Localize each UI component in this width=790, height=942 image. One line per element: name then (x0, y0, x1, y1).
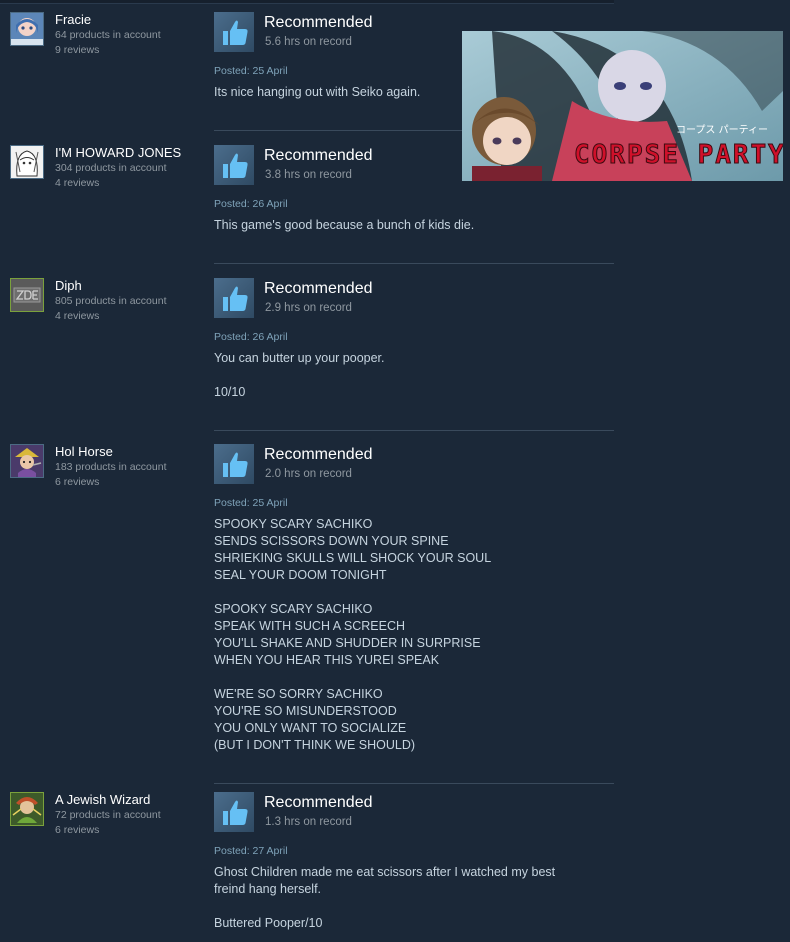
thumbs-up-icon (214, 792, 254, 832)
verdict-title: Recommended (264, 794, 373, 811)
review-line: YOU ONLY WANT TO SOCIALIZE (214, 721, 407, 735)
review-divider (214, 783, 614, 784)
avatar[interactable] (10, 12, 44, 46)
hours-on-record: 3.8 hrs on record (265, 169, 352, 181)
author-name[interactable]: Diph (55, 278, 205, 294)
author-products[interactable]: 64 products in account (55, 28, 205, 43)
review-divider (214, 430, 614, 431)
review-line: Buttered Pooper/10 (214, 916, 323, 930)
review-line: SPOOKY SCARY SACHIKO (214, 517, 373, 531)
author-name[interactable]: Hol Horse (55, 444, 205, 460)
review-line (214, 669, 614, 686)
review-line: SHRIEKING SKULLS WILL SHOCK YOUR SOUL (214, 551, 492, 565)
posted-date: Posted: 27 April (214, 845, 288, 857)
author-info: I'M HOWARD JONES 304 products in account… (55, 145, 205, 191)
review-divider (214, 263, 614, 264)
hours-on-record: 5.6 hrs on record (265, 36, 352, 48)
posted-date: Posted: 25 April (214, 65, 288, 77)
hours-on-record: 1.3 hrs on record (265, 816, 352, 828)
review-line: WE'RE SO SORRY SACHIKO (214, 687, 383, 701)
author-reviews[interactable]: 9 reviews (55, 43, 205, 58)
review-line: Ghost Children made me eat scissors afte… (214, 865, 556, 879)
author-info: Hol Horse 183 products in account 6 revi… (55, 444, 205, 490)
verdict-title: Recommended (264, 14, 373, 31)
author-products[interactable]: 805 products in account (55, 294, 205, 309)
review-line: You can butter up your pooper. (214, 351, 385, 365)
avatar[interactable] (10, 145, 44, 179)
review-line: freind hang herself. (214, 882, 322, 896)
review-line (214, 367, 614, 384)
review-verdict[interactable]: Recommended 2.9 hrs on record (214, 278, 614, 318)
banner-title: CORPSE PARTY (574, 140, 783, 170)
hours-on-record: 2.0 hrs on record (265, 468, 352, 480)
author-reviews[interactable]: 6 reviews (55, 475, 205, 490)
review-verdict[interactable]: Recommended 2.0 hrs on record (214, 444, 614, 484)
verdict-title: Recommended (264, 147, 373, 164)
review-text[interactable]: Ghost Children made me eat scissors afte… (214, 864, 614, 932)
author-reviews[interactable]: 4 reviews (55, 309, 205, 324)
review-text[interactable]: SPOOKY SCARY SACHIKO SENDS SCISSORS DOWN… (214, 516, 614, 754)
thumbs-up-icon (214, 444, 254, 484)
game-banner-image: コープス パーティー CORPSE PARTY (462, 31, 783, 181)
verdict-title: Recommended (264, 446, 373, 463)
author-products[interactable]: 304 products in account (55, 161, 205, 176)
author-name[interactable]: Fracie (55, 12, 205, 28)
author-products[interactable]: 72 products in account (55, 808, 205, 823)
review-line: YOU'LL SHAKE AND SHUDDER IN SURPRISE (214, 636, 481, 650)
banner-subtitle: コープス パーティー (676, 124, 768, 136)
review-line: YOU'RE SO MISUNDERSTOOD (214, 704, 397, 718)
top-strip (0, 0, 614, 4)
author-info: Diph 805 products in account 4 reviews (55, 278, 205, 324)
author-products[interactable]: 183 products in account (55, 460, 205, 475)
avatar[interactable] (10, 444, 44, 478)
verdict-title: Recommended (264, 280, 373, 297)
review-line: (BUT I DON'T THINK WE SHOULD) (214, 738, 416, 752)
review-line: This game's good because a bunch of kids… (214, 218, 475, 232)
hours-on-record: 2.9 hrs on record (265, 302, 352, 314)
review-line: SPOOKY SCARY SACHIKO (214, 602, 373, 616)
review-verdict[interactable]: Recommended 1.3 hrs on record (214, 792, 614, 832)
review-line (214, 898, 614, 915)
thumbs-up-icon (214, 278, 254, 318)
review-line (214, 584, 614, 601)
posted-date: Posted: 26 April (214, 331, 288, 343)
avatar[interactable] (10, 792, 44, 826)
posted-date: Posted: 25 April (214, 497, 288, 509)
author-reviews[interactable]: 6 reviews (55, 823, 205, 838)
author-reviews[interactable]: 4 reviews (55, 176, 205, 191)
review-line: WHEN YOU HEAR THIS YUREI SPEAK (214, 653, 440, 667)
thumbs-up-icon (214, 145, 254, 185)
thumbs-up-icon (214, 12, 254, 52)
author-info: A Jewish Wizard 72 products in account 6… (55, 792, 205, 838)
author-name[interactable]: A Jewish Wizard (55, 792, 205, 808)
banner-artwork: コープス パーティー CORPSE PARTY (462, 31, 783, 181)
review-text[interactable]: You can butter up your pooper. 10/10 (214, 350, 614, 401)
review-line: SENDS SCISSORS DOWN YOUR SPINE (214, 534, 449, 548)
review-line: SEAL YOUR DOOM TONIGHT (214, 568, 387, 582)
posted-date: Posted: 26 April (214, 198, 288, 210)
author-info: Fracie 64 products in account 9 reviews (55, 12, 205, 58)
author-name[interactable]: I'M HOWARD JONES (55, 145, 195, 161)
review-line: 10/10 (214, 385, 246, 399)
review-text[interactable]: This game's good because a bunch of kids… (214, 217, 614, 234)
avatar[interactable] (10, 278, 44, 312)
review-line: SPEAK WITH SUCH A SCREECH (214, 619, 406, 633)
